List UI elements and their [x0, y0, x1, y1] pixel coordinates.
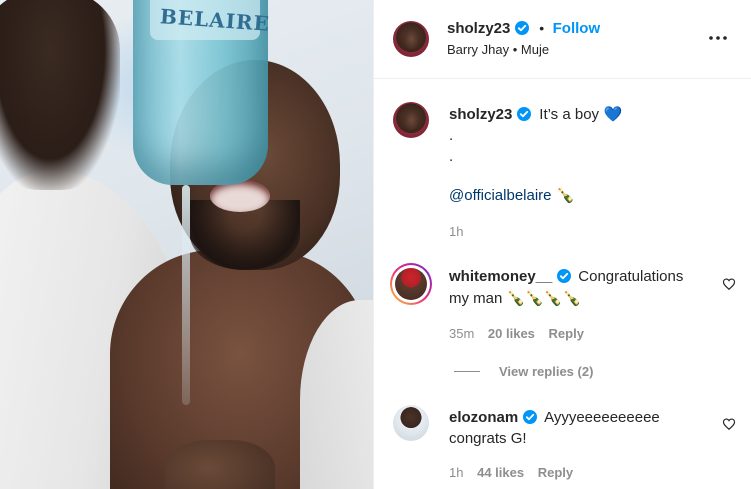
verified-badge-icon	[514, 21, 529, 35]
comment-username[interactable]: whitemoney__	[449, 268, 552, 285]
caption-mention-line: @officialbelaire 🍾	[449, 185, 575, 206]
caption-username[interactable]: sholzy23	[449, 106, 512, 123]
caption-dot-2: .	[449, 148, 454, 165]
verified-badge-icon	[516, 107, 531, 121]
author-username[interactable]: sholzy23	[447, 20, 510, 37]
verified-badge-icon	[556, 269, 571, 283]
pouring-liquid	[182, 185, 190, 405]
caption-text: It’s a boy	[539, 106, 600, 123]
caption-dot-1: .	[449, 127, 454, 144]
separator-dot: •	[539, 20, 545, 36]
comment-time[interactable]: 1h	[449, 465, 463, 480]
caption-avatar[interactable]	[393, 102, 429, 138]
heart-outline-icon[interactable]	[722, 277, 736, 291]
raised-arm	[0, 0, 120, 190]
view-replies-button[interactable]: View replies (2)	[499, 364, 593, 379]
post-header: sholzy23 • Follow Barry Jhay • Muje	[374, 0, 751, 79]
comment-likes[interactable]: 44 likes	[477, 465, 524, 480]
comment-1-meta: 35m 20 likes Reply	[449, 326, 584, 341]
comment-text-line-2: my man 🍾🍾🍾🍾	[449, 290, 582, 307]
post-detail-panel: sholzy23 • Follow Barry Jhay • Muje shol…	[373, 0, 751, 489]
reply-button[interactable]: Reply	[538, 465, 573, 480]
comment-likes[interactable]: 20 likes	[488, 326, 535, 341]
comment-time[interactable]: 35m	[449, 326, 474, 341]
heart-outline-icon[interactable]	[722, 417, 736, 431]
comment-avatar-elozonam[interactable]	[393, 405, 429, 441]
caption-time[interactable]: 1h	[449, 224, 463, 239]
comment-2-meta: 1h 44 likes Reply	[449, 465, 573, 480]
comment-text-line-2: congrats G!	[449, 430, 527, 447]
audio-subline[interactable]: Barry Jhay • Muje	[447, 42, 549, 57]
author-line: sholzy23 • Follow	[447, 20, 600, 38]
more-options-icon[interactable]	[706, 26, 730, 50]
comment-text: Ayyyeeeeeeeeee	[544, 409, 660, 426]
view-replies-line	[454, 371, 480, 372]
comment-username[interactable]: elozonam	[449, 409, 518, 426]
bottle-emoji: 🍾	[555, 187, 575, 204]
mention-link[interactable]: @officialbelaire	[449, 187, 552, 204]
author-avatar[interactable]	[393, 21, 429, 57]
person-hand	[165, 440, 275, 489]
comment-avatar-whitemoney[interactable]	[390, 263, 432, 305]
reply-button[interactable]: Reply	[549, 326, 584, 341]
follow-button[interactable]: Follow	[553, 20, 601, 37]
post-photo[interactable]: BELAIRE	[0, 0, 373, 489]
comment-text: Congratulations	[578, 268, 684, 285]
blue-heart-emoji: 💙	[603, 106, 623, 123]
caption-line: sholzy23 It’s a boy 💙	[449, 104, 622, 125]
verified-badge-icon	[522, 410, 537, 424]
avatar-image	[395, 268, 427, 300]
comment-2-line-1: elozonam Ayyyeeeeeeeeee	[449, 407, 660, 428]
comment-1-line-1: whitemoney__ Congratulations	[449, 266, 683, 287]
